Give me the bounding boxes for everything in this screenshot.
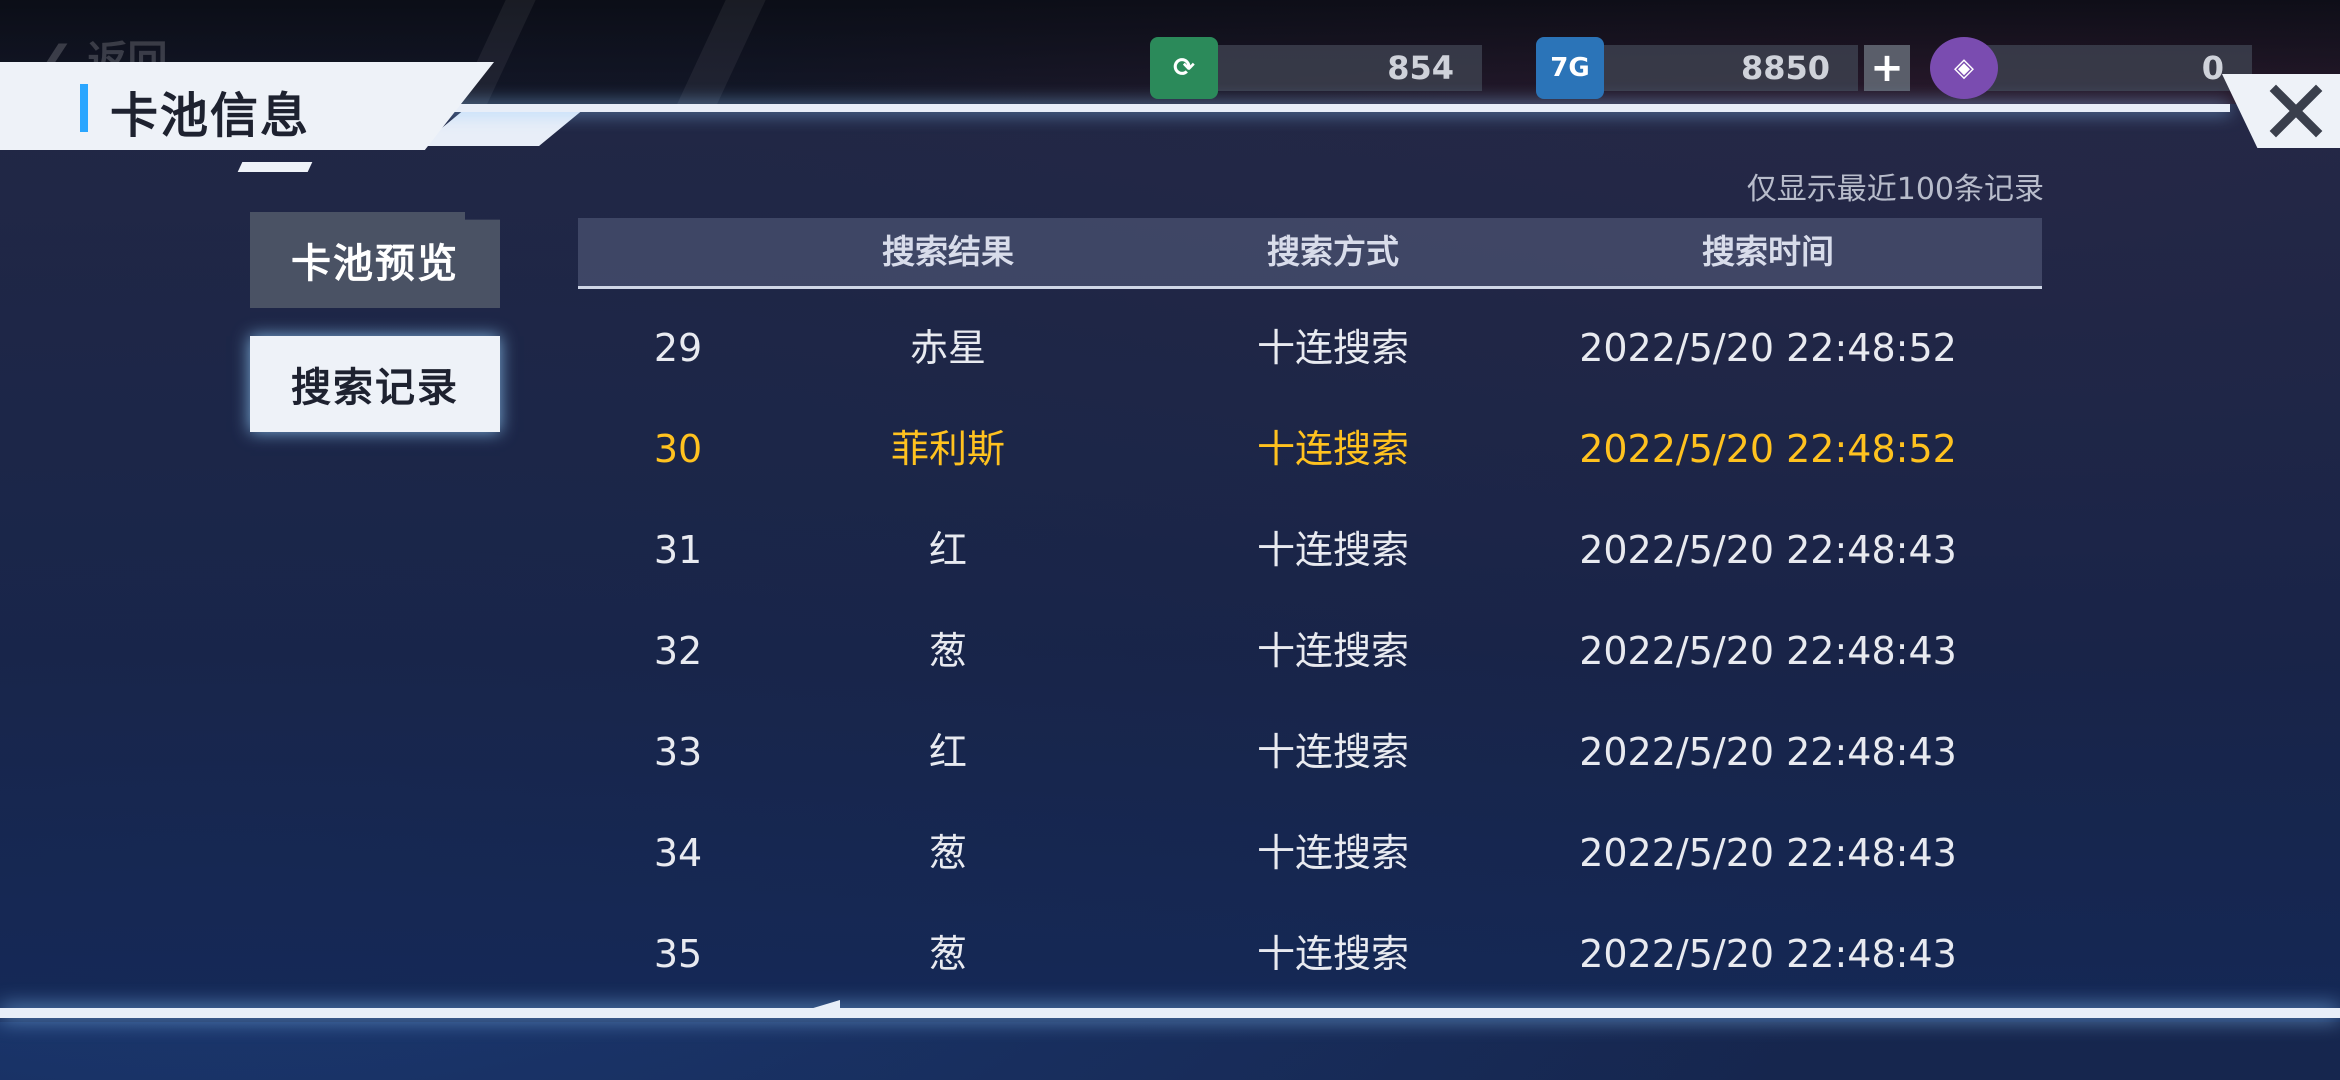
page-title: 卡池信息	[110, 88, 311, 144]
row-result: 菲利斯	[890, 427, 1005, 471]
currency-ticket: ⟳ 854	[1150, 37, 1482, 99]
row-result: 葱	[928, 831, 967, 875]
row-time: 2022/5/20 22:48:52	[1579, 427, 1957, 471]
table-row: 32 葱 十连搜索 2022/5/20 22:48:43	[578, 601, 2042, 701]
table-row: 29 赤星 十连搜索 2022/5/20 22:48:52	[578, 298, 2042, 398]
row-result: 赤星	[909, 326, 986, 370]
add-card-button[interactable]: +	[1864, 45, 1910, 91]
tab-search-records[interactable]: 搜索记录	[250, 336, 500, 432]
currency-crystal: ◈ 0	[1930, 37, 2252, 99]
row-time: 2022/5/20 22:48:43	[1579, 932, 1957, 970]
records-limit-note: 仅显示最近100条记录	[1746, 172, 2044, 207]
table-row: 31 红 十连搜索 2022/5/20 22:48:43	[578, 500, 2042, 600]
records-list[interactable]: 29 赤星 十连搜索 2022/5/20 22:48:52 30 菲利斯 十连搜…	[578, 298, 2042, 970]
row-index: 33	[653, 730, 703, 774]
row-index: 34	[653, 831, 703, 875]
row-result: 葱	[928, 932, 967, 970]
row-result: 葱	[928, 629, 967, 673]
table-row: 34 葱 十连搜索 2022/5/20 22:48:43	[578, 803, 2042, 903]
row-method: 十连搜索	[1256, 730, 1409, 774]
row-time: 2022/5/20 22:48:43	[1579, 528, 1957, 572]
table-header: 搜索结果 搜索方式 搜索时间	[578, 218, 2042, 289]
column-header-result: 搜索结果	[882, 232, 1014, 271]
blue-7g-card-icon: 7G	[1536, 37, 1604, 99]
column-header-index	[618, 218, 738, 286]
green-ticket-icon: ⟳	[1150, 37, 1218, 99]
row-method: 十连搜索	[1256, 326, 1409, 370]
row-method: 十连搜索	[1256, 528, 1409, 572]
game-screen: ❮ 返回 ⟳ 854 7G 8850 + ◈ 0 卡池信息 卡池预览 搜索记录 …	[0, 0, 2340, 1080]
title-decoration	[237, 162, 313, 172]
row-index: 30	[653, 427, 703, 471]
currency-value: 8850	[1590, 45, 1858, 91]
panel-bottom-border	[0, 1008, 2340, 1018]
panel-top-border	[430, 104, 2230, 112]
row-method: 十连搜索	[1256, 831, 1409, 875]
row-time: 2022/5/20 22:48:43	[1579, 831, 1957, 875]
column-header-method: 搜索方式	[1267, 232, 1399, 271]
table-row: 33 红 十连搜索 2022/5/20 22:48:43	[578, 702, 2042, 802]
close-icon	[2269, 84, 2323, 138]
table-row: 35 葱 十连搜索 2022/5/20 22:48:43	[578, 904, 2042, 970]
row-time: 2022/5/20 22:48:43	[1579, 730, 1957, 774]
row-result: 红	[928, 528, 967, 572]
row-method: 十连搜索	[1256, 629, 1409, 673]
row-result: 红	[928, 730, 967, 774]
currency-card: 7G 8850 +	[1536, 37, 1910, 99]
row-index: 29	[653, 326, 703, 370]
tab-pool-preview[interactable]: 卡池预览	[250, 212, 500, 308]
row-index: 35	[653, 932, 703, 970]
column-header-time: 搜索时间	[1702, 232, 1834, 271]
currency-value: 0	[1984, 45, 2252, 91]
row-index: 31	[653, 528, 703, 572]
row-time: 2022/5/20 22:48:52	[1579, 326, 1957, 370]
row-time: 2022/5/20 22:48:43	[1579, 629, 1957, 673]
row-method: 十连搜索	[1256, 427, 1409, 471]
row-index: 32	[653, 629, 703, 673]
purple-crystal-icon: ◈	[1930, 37, 1998, 99]
currency-value: 854	[1204, 45, 1482, 91]
title-accent-bar	[80, 84, 88, 132]
table-row: 30 菲利斯 十连搜索 2022/5/20 22:48:52	[578, 399, 2042, 499]
row-method: 十连搜索	[1256, 932, 1409, 970]
